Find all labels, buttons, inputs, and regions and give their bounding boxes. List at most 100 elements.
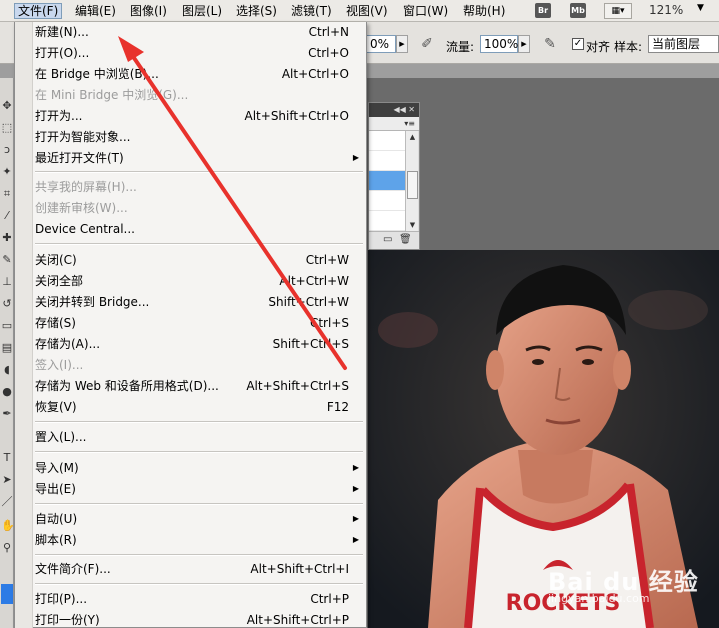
list-item[interactable] bbox=[369, 151, 405, 171]
flow-dropdown-icon[interactable]: ▶ bbox=[518, 35, 530, 53]
lasso-tool-icon[interactable]: ↄ bbox=[1, 142, 13, 158]
menu-separator bbox=[35, 583, 363, 585]
submenu-arrow-icon: ▶ bbox=[352, 535, 359, 544]
marquee-tool-icon[interactable]: ⬚ bbox=[1, 120, 13, 136]
panel-footer: ▭ 🗑 bbox=[369, 231, 419, 249]
floating-panel: ◀◀ ✕ ▾≡ ▲ ▼ ▭ 🗑 bbox=[368, 102, 420, 250]
trash-icon[interactable]: 🗑 bbox=[399, 234, 412, 245]
file-menu-dropdown: 新建(N)... Ctrl+N 打开(O)... Ctrl+O 在 Bridge 中… bbox=[14, 22, 367, 628]
flow-label: 流量: bbox=[446, 40, 475, 54]
menu-item-revert[interactable]: 恢复(V) F12 bbox=[35, 397, 365, 417]
menu-item-print-one-copy[interactable]: 打印一份(Y) Alt+Shift+Ctrl+P bbox=[35, 610, 365, 628]
menu-select[interactable]: 选择(S) bbox=[233, 3, 280, 19]
menu-item-print[interactable]: 打印(P)... Ctrl+P bbox=[35, 589, 365, 609]
blur-tool-icon[interactable]: ◖ bbox=[1, 362, 13, 378]
menu-item-export[interactable]: 导出(E) ▶ bbox=[35, 479, 365, 499]
menu-separator bbox=[35, 243, 363, 245]
menu-item-share-screen: 共享我的屏幕(H)... bbox=[35, 180, 137, 194]
toolbox: ✥ ⬚ ↄ ✦ ⌗ ⁄ ✚ ✎ ⊥ ↺ ▭ ▤ ◖ ● ✒ T ➤ ／ ✋ ⚲ bbox=[0, 78, 15, 628]
menu-bar: 文件(F) 编辑(E) 图像(I) 图层(L) 选择(S) 滤镜(T) 视图(V… bbox=[0, 0, 719, 22]
hand-tool-icon[interactable]: ✋ bbox=[1, 518, 15, 534]
menu-item-place[interactable]: 置入(L)... bbox=[35, 427, 365, 447]
menu-item-save-as[interactable]: 存储为(A)... Shift+Ctrl+S bbox=[35, 334, 365, 354]
zoom-dropdown-icon[interactable]: ▼ bbox=[697, 3, 704, 13]
menu-item-save[interactable]: 存储(S) Ctrl+S bbox=[35, 313, 365, 333]
crop-tool-icon[interactable]: ⌗ bbox=[1, 186, 13, 202]
airbrush-icon[interactable]: ✐ bbox=[418, 35, 436, 53]
sample-label: 样本: bbox=[614, 40, 643, 54]
menu-item-open[interactable]: 打开(O)... Ctrl+O bbox=[35, 43, 365, 63]
list-item[interactable] bbox=[369, 211, 405, 231]
menu-separator bbox=[35, 451, 363, 453]
scroll-down-icon[interactable]: ▼ bbox=[406, 219, 419, 231]
zoom-level[interactable]: 121% bbox=[649, 3, 683, 17]
menu-item-close[interactable]: 关闭(C) Ctrl+W bbox=[35, 250, 365, 270]
gradient-tool-icon[interactable]: ▤ bbox=[1, 340, 13, 356]
path-select-tool-icon[interactable]: ➤ bbox=[1, 472, 13, 488]
menu-help[interactable]: 帮助(H) bbox=[460, 3, 508, 19]
move-tool-icon[interactable]: ✥ bbox=[1, 98, 13, 114]
panel-list bbox=[369, 131, 405, 231]
submenu-arrow-icon: ▶ bbox=[352, 514, 359, 523]
list-item[interactable] bbox=[369, 131, 405, 151]
menu-item-open-smart-object[interactable]: 打开为智能对象... bbox=[35, 127, 365, 147]
menu-item-device-central[interactable]: Device Central... bbox=[35, 219, 365, 239]
pen-tool-icon[interactable]: ✒ bbox=[1, 406, 13, 422]
menu-item-new[interactable]: 新建(N)... Ctrl+N bbox=[35, 22, 365, 42]
menu-separator bbox=[35, 554, 363, 556]
eyedropper-tool-icon[interactable]: ⁄ bbox=[1, 208, 13, 224]
stamp-tool-icon[interactable]: ⊥ bbox=[1, 274, 13, 290]
panel-collapse-icon[interactable]: ◀◀ ✕ bbox=[369, 103, 419, 117]
bridge-icon[interactable]: Br bbox=[535, 3, 551, 18]
panel-menu-icon[interactable]: ▾≡ bbox=[369, 117, 419, 131]
healing-tool-icon[interactable]: ✚ bbox=[1, 230, 13, 246]
eraser-tool-icon[interactable]: ▭ bbox=[1, 318, 13, 334]
shape-tool-icon[interactable]: ／ bbox=[1, 494, 13, 510]
sample-select[interactable]: 当前图层 bbox=[648, 35, 719, 53]
menu-item-open-recent[interactable]: 最近打开文件(T) ▶ bbox=[35, 148, 365, 168]
magic-wand-tool-icon[interactable]: ✦ bbox=[1, 164, 13, 180]
menu-item-scripts[interactable]: 脚本(R) ▶ bbox=[35, 530, 365, 550]
menu-item-import[interactable]: 导入(M) ▶ bbox=[35, 458, 365, 478]
menu-view[interactable]: 视图(V) bbox=[343, 3, 391, 19]
menu-image[interactable]: 图像(I) bbox=[127, 3, 170, 19]
new-item-icon[interactable]: ▭ bbox=[383, 234, 392, 245]
menu-edit[interactable]: 编辑(E) bbox=[72, 3, 119, 19]
menu-item-save-for-web[interactable]: 存储为 Web 和设备所用格式(D)... Alt+Shift+Ctrl+S bbox=[35, 376, 365, 396]
menu-separator bbox=[35, 503, 363, 505]
menu-separator bbox=[35, 421, 363, 423]
align-checkbox[interactable]: ✓ bbox=[572, 38, 584, 50]
menu-item-browse-mini-bridge: 在 Mini Bridge 中浏览(G)... bbox=[35, 88, 189, 102]
pressure-icon[interactable]: ✎ bbox=[541, 35, 559, 53]
panel-scrollbar[interactable]: ▲ ▼ bbox=[405, 131, 418, 231]
view-extras-dropdown[interactable]: ▦▾ bbox=[604, 3, 632, 19]
flow-input[interactable]: 100% bbox=[480, 35, 518, 53]
menu-icon-gutter bbox=[15, 22, 33, 628]
dodge-tool-icon[interactable]: ● bbox=[1, 384, 13, 400]
menu-layer[interactable]: 图层(L) bbox=[179, 3, 225, 19]
opacity-dropdown-icon[interactable]: ▶ bbox=[396, 35, 408, 53]
zoom-tool-icon[interactable]: ⚲ bbox=[1, 540, 13, 556]
menu-item-close-all[interactable]: 关闭全部 Alt+Ctrl+W bbox=[35, 271, 365, 291]
menu-item-open-as[interactable]: 打开为... Alt+Shift+Ctrl+O bbox=[35, 106, 365, 126]
brush-tool-icon[interactable]: ✎ bbox=[1, 252, 13, 268]
menu-item-file-info[interactable]: 文件简介(F)... Alt+Shift+Ctrl+I bbox=[35, 559, 365, 579]
scroll-up-icon[interactable]: ▲ bbox=[406, 131, 419, 143]
list-item[interactable] bbox=[369, 191, 405, 211]
menu-item-browse-bridge[interactable]: 在 Bridge 中浏览(B)... Alt+Ctrl+O bbox=[35, 64, 365, 84]
submenu-arrow-icon: ▶ bbox=[352, 463, 359, 472]
watermark-url: jingyan.baidu.com bbox=[548, 592, 650, 605]
list-item-selected[interactable] bbox=[369, 171, 405, 191]
menu-separator bbox=[35, 171, 363, 173]
menu-item-automate[interactable]: 自动(U) ▶ bbox=[35, 509, 365, 529]
type-tool-icon[interactable]: T bbox=[1, 450, 13, 466]
menu-item-close-go-bridge[interactable]: 关闭并转到 Bridge... Shift+Ctrl+W bbox=[35, 292, 365, 312]
opacity-input[interactable]: 0% bbox=[366, 35, 396, 53]
menu-file[interactable]: 文件(F) bbox=[14, 3, 63, 19]
foreground-color-swatch[interactable] bbox=[1, 584, 13, 604]
menu-window[interactable]: 窗口(W) bbox=[400, 3, 451, 19]
scroll-thumb[interactable] bbox=[407, 171, 418, 199]
menu-filter[interactable]: 滤镜(T) bbox=[288, 3, 335, 19]
history-brush-tool-icon[interactable]: ↺ bbox=[1, 296, 13, 312]
mini-bridge-icon[interactable]: Mb bbox=[570, 3, 586, 18]
